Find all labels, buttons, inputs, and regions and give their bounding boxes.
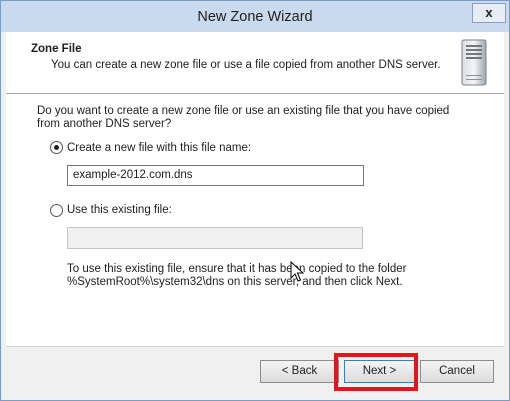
use-existing-file-label[interactable]: Use this existing file:: [67, 204, 172, 216]
existing-file-input: [67, 227, 363, 249]
header-title: Zone File: [31, 43, 82, 55]
title-bar[interactable]: New Zone Wizard x: [1, 1, 509, 32]
use-existing-file-radio[interactable]: [50, 204, 63, 217]
cancel-button[interactable]: Cancel: [420, 360, 494, 383]
file-name-input[interactable]: example-2012.com.dns: [67, 165, 364, 186]
footer-separator: [6, 346, 504, 347]
existing-file-note: To use this existing file, ensure that i…: [67, 263, 407, 288]
wizard-window: New Zone Wizard x Zone File You can crea…: [0, 0, 510, 401]
create-new-file-label[interactable]: Create a new file with this file name:: [67, 142, 251, 154]
wizard-header: Zone File You can create a new zone file…: [6, 32, 504, 94]
window-title: New Zone Wizard: [197, 9, 313, 25]
close-button[interactable]: x: [472, 3, 506, 23]
wizard-body: Do you want to create a new zone file or…: [6, 94, 504, 346]
back-button[interactable]: < Back: [260, 360, 339, 383]
header-subtitle: You can create a new zone file or use a …: [51, 59, 441, 71]
question-text: Do you want to create a new zone file or…: [37, 105, 450, 130]
create-new-file-radio[interactable]: [50, 141, 63, 154]
mouse-cursor-icon: [290, 261, 304, 282]
server-icon: [461, 39, 487, 86]
next-button-highlight: [334, 353, 418, 391]
